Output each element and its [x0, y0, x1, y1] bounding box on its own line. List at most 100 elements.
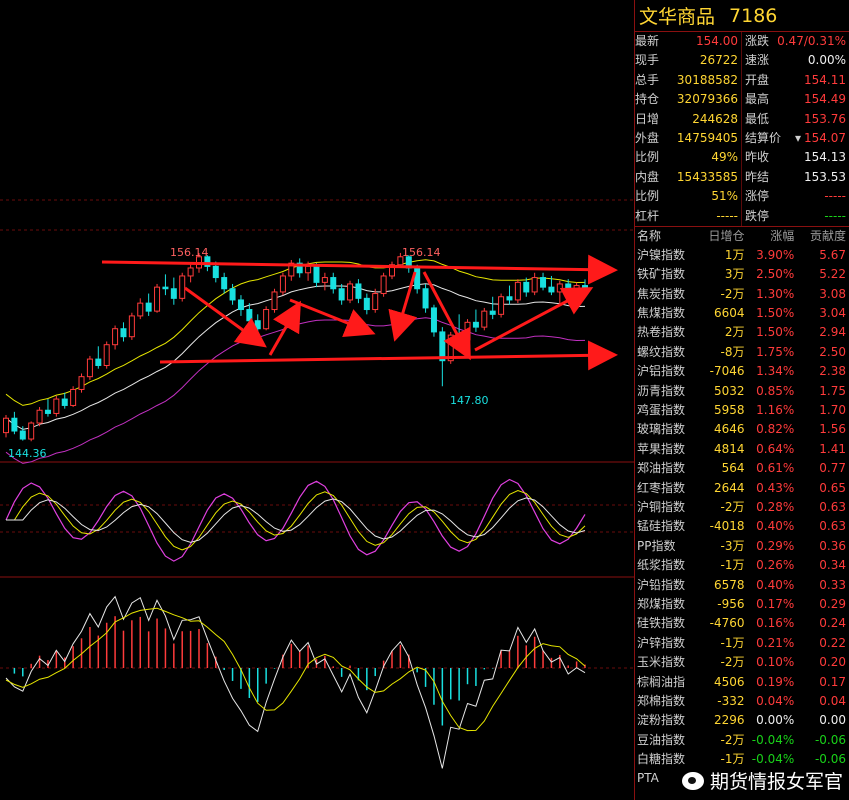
list-item[interactable]: 玉米指数 -2万 0.10% 0.20 — [635, 653, 849, 672]
candle-body — [514, 281, 521, 301]
candle-body — [489, 310, 496, 315]
list-cell-name: 铁矿指数 — [637, 267, 686, 282]
col-name[interactable]: 名称 — [635, 227, 699, 246]
quote-cell: 昨收 154.13 — [742, 148, 849, 167]
quote-panel: 文华商品 7186 最新 154.00 涨跌 0.47/0.31% 现手 26722 速涨 0… — [634, 0, 849, 800]
candle-body — [523, 281, 530, 293]
candle-body — [430, 307, 437, 333]
list-item[interactable]: 豆油指数 -2万 -0.04% -0.06 — [635, 731, 849, 750]
list-item[interactable]: 红枣指数 2644 0.43% 0.65 — [635, 479, 849, 498]
list-item[interactable]: 热卷指数 2万 1.50% 2.94 — [635, 323, 849, 342]
quote-label: 昨收 — [745, 150, 770, 165]
quote-cell: 开盘 154.11 — [742, 71, 849, 90]
quote-row: 内盘 15433585 昨结 153.53 — [635, 167, 849, 188]
quote-row: 比例 51% 涨停 ----- — [635, 187, 849, 207]
macd-dif-line — [5, 595, 586, 769]
list-cell-chg: 0.64% — [756, 441, 795, 456]
list-item[interactable]: 棕榈油指 4506 0.19% 0.17 — [635, 673, 849, 692]
list-item[interactable]: 郑煤指数 -956 0.17% 0.29 — [635, 595, 849, 614]
quote-row: 日增 244628 最低 153.76 — [635, 109, 849, 129]
list-item[interactable]: 沪锌指数 -1万 0.21% 0.22 — [635, 634, 849, 653]
col-contrib[interactable]: 贡献度 — [794, 227, 849, 246]
list-item[interactable]: 淀粉指数 2296 0.00% 0.00 — [635, 711, 849, 730]
list-item[interactable]: 沪镍指数 1万 3.90% 5.67 — [635, 246, 849, 265]
list-item[interactable]: 螺纹指数 -8万 1.75% 2.50 — [635, 343, 849, 362]
quote-value: ----- — [716, 208, 738, 223]
list-cell-name: 锰硅指数 — [637, 519, 686, 534]
list-cell-chg: 0.85% — [756, 383, 795, 398]
list-cell-contrib: 1.41 — [819, 441, 846, 456]
quote-cell: 昨结 153.53 — [742, 168, 849, 187]
list-cell-oi: -4760 — [709, 616, 745, 631]
list-cell-oi: 6604 — [713, 306, 745, 321]
list-item[interactable]: 郑油指数 564 0.61% 0.77 — [635, 459, 849, 478]
candle-body — [472, 321, 479, 328]
quote-value: 49% — [711, 150, 738, 165]
list-cell-contrib: 3.04 — [819, 306, 846, 321]
list-cell-name: 玉米指数 — [637, 655, 686, 670]
list-item[interactable]: 焦煤指数 6604 1.50% 3.04 — [635, 304, 849, 323]
candle-body — [19, 430, 26, 440]
chart-area[interactable]: 156.14 156.14 147.80 144.36 — [0, 0, 634, 800]
quote-value: 15433585 — [676, 169, 738, 184]
quote-cell: 速涨 0.00% — [742, 51, 849, 70]
list-item[interactable]: 纸浆指数 -1万 0.26% 0.34 — [635, 556, 849, 575]
list-cell-oi: 2万 — [724, 325, 745, 340]
list-cell-chg: 2.50% — [756, 267, 795, 282]
quote-cell: 结算价 ▾ 154.07 — [742, 129, 849, 148]
quote-cell: 涨跌 0.47/0.31% — [742, 32, 849, 51]
list-item[interactable]: 焦炭指数 -2万 1.30% 3.08 — [635, 285, 849, 304]
quote-value: 0.47/0.31% — [777, 34, 846, 48]
quote-cell: 日增 244628 — [635, 109, 742, 129]
list-cell-contrib: 0.22 — [819, 635, 846, 650]
candle-body — [137, 302, 144, 317]
quote-label: 最新 — [635, 34, 660, 48]
list-cell-name: 郑煤指数 — [637, 596, 686, 611]
price-label-low: 147.80 — [450, 394, 489, 407]
list-item[interactable]: 沥青指数 5032 0.85% 1.75 — [635, 382, 849, 401]
list-item[interactable]: 沪铜指数 -2万 0.28% 0.63 — [635, 498, 849, 517]
quote-value: 26722 — [699, 53, 738, 68]
list-item[interactable]: 铁矿指数 3万 2.50% 5.22 — [635, 265, 849, 284]
candle-body — [229, 288, 236, 301]
candle-body — [70, 388, 77, 406]
list-cell-oi: 5958 — [713, 403, 745, 418]
col-oi[interactable]: 日增仓 — [699, 227, 744, 246]
list-item[interactable]: 沪铝指数 -7046 1.34% 2.38 — [635, 362, 849, 381]
candle-body — [279, 275, 286, 293]
candle-body — [187, 267, 194, 277]
list-item[interactable]: 沪铅指数 6578 0.40% 0.33 — [635, 576, 849, 595]
quote-value: 153.76 — [804, 111, 846, 126]
price-label-high: 156.14 — [170, 246, 209, 259]
list-item[interactable]: 硅铁指数 -4760 0.16% 0.24 — [635, 614, 849, 633]
list-item[interactable]: 鸡蛋指数 5958 1.16% 1.70 — [635, 401, 849, 420]
weibo-icon — [681, 771, 704, 790]
list-item[interactable]: 玻璃指数 4646 0.82% 1.56 — [635, 420, 849, 439]
list-cell-oi: 2644 — [713, 480, 745, 495]
quote-row: 总手 30188582 开盘 154.11 — [635, 70, 849, 91]
swing-arrow — [268, 300, 301, 356]
list-cell-oi: -2万 — [720, 499, 745, 514]
quote-cell: 现手 26722 — [635, 51, 742, 71]
quote-value: 30188582 — [676, 72, 738, 87]
candle-body — [237, 299, 244, 311]
quote-label: 内盘 — [635, 169, 660, 184]
candle-body — [103, 344, 110, 366]
list-cell-contrib: 0.20 — [819, 655, 846, 670]
candle-body — [540, 277, 547, 288]
list-cell-contrib: 2.38 — [819, 364, 846, 379]
list-cell-name: PP指数 — [637, 538, 676, 553]
boll-upper-line — [5, 259, 586, 406]
list-cell-name: 红枣指数 — [637, 480, 686, 495]
list-item[interactable]: 苹果指数 4814 0.64% 1.41 — [635, 440, 849, 459]
list-cell-name: 纸浆指数 — [637, 558, 686, 573]
list-item[interactable]: PP指数 -3万 0.29% 0.36 — [635, 537, 849, 556]
list-cell-chg: 0.43% — [756, 480, 795, 495]
candle-body — [154, 286, 161, 312]
list-item[interactable]: 锰硅指数 -4018 0.40% 0.63 — [635, 517, 849, 536]
candle-body — [86, 358, 93, 378]
list-item[interactable]: 郑棉指数 -332 0.04% 0.04 — [635, 692, 849, 711]
col-chg[interactable]: 涨幅 — [744, 227, 794, 246]
kline-chart[interactable]: 156.14 156.14 147.80 144.36 — [0, 0, 634, 800]
list-cell-oi: 5032 — [713, 383, 745, 398]
